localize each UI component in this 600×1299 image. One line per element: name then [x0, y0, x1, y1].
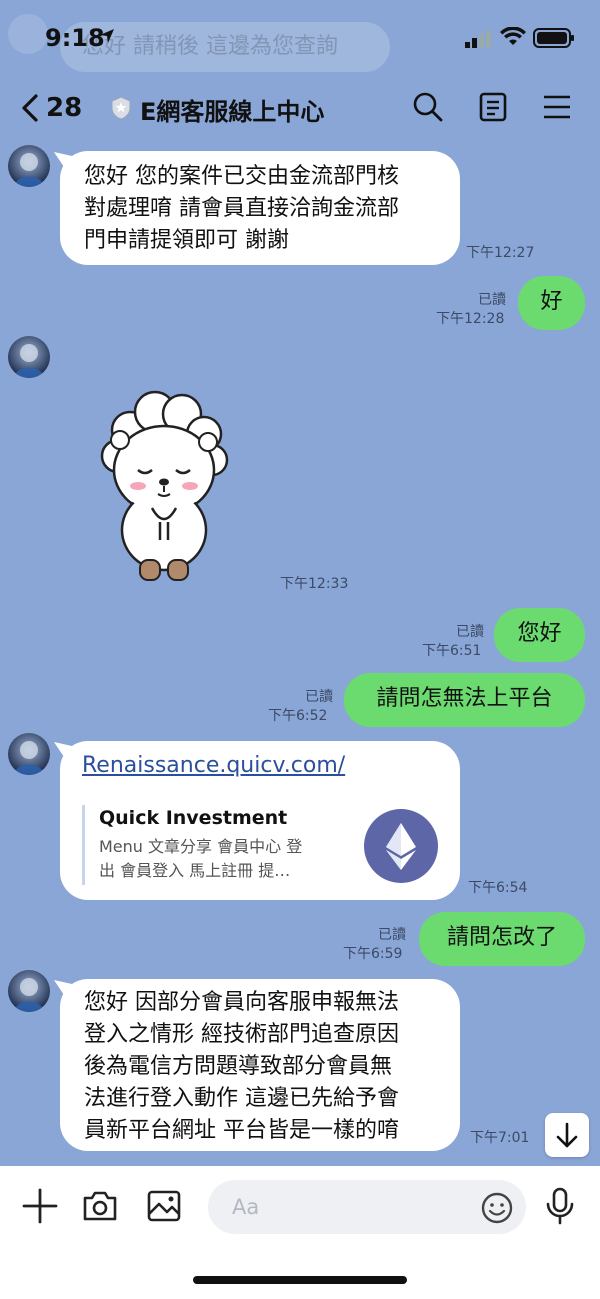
- back-button[interactable]: 28: [20, 88, 82, 128]
- unread-count: 28: [46, 93, 83, 123]
- ethereum-logo-icon: [364, 809, 438, 883]
- message-line: 登入之情形 經技術部門追查原因: [84, 1022, 399, 1047]
- message-time: 下午12:28: [436, 311, 505, 327]
- emoji-icon[interactable]: [480, 1191, 514, 1225]
- message-text: 您好: [517, 621, 562, 646]
- scroll-to-bottom-button[interactable]: [545, 1113, 589, 1157]
- read-receipt: 已讀: [456, 624, 484, 640]
- preview-desc-line: Menu 文章分享 會員中心 登: [99, 837, 303, 856]
- read-receipt: 已讀: [305, 689, 333, 705]
- message-line: 後為電信方問題導致部分會員無: [84, 1054, 393, 1079]
- contact-avatar[interactable]: [8, 336, 50, 378]
- message-line: 您好 您的案件已交由金流部門核: [84, 164, 399, 189]
- menu-icon[interactable]: [542, 90, 572, 124]
- message-time: 下午6:54: [468, 880, 528, 896]
- message-time: 下午12:33: [280, 576, 349, 592]
- message-time: 下午6:52: [268, 708, 328, 724]
- sheep-sticker[interactable]: [100, 390, 230, 585]
- read-receipt: 已讀: [478, 292, 506, 308]
- link-preview-bubble[interactable]: Renaissance.quicv.com/ Quick Investment …: [60, 741, 460, 900]
- message-bubble-outgoing[interactable]: 請問怎無法上平台: [344, 673, 585, 727]
- camera-icon[interactable]: [82, 1186, 118, 1226]
- message-line: 法進行登入動作 這邊已先給予會: [84, 1086, 399, 1111]
- status-time: 9:18: [45, 24, 105, 52]
- preview-desc-line: 出 會員登入 馬上註冊 提…: [99, 861, 291, 880]
- link-preview-card[interactable]: Quick Investment Menu 文章分享 會員中心 登 出 會員登入…: [82, 805, 340, 885]
- message-time: 下午6:59: [343, 946, 403, 962]
- message-time: 下午12:27: [466, 245, 535, 261]
- message-line: 對處理唷 請會員直接洽詢金流部: [84, 196, 399, 221]
- shield-icon: [111, 96, 131, 120]
- chat-header: 28 E網客服線上中心: [0, 80, 600, 136]
- status-bar: 您好 請稍後 這邊為您查詢 9:18: [0, 0, 600, 80]
- link-url[interactable]: Renaissance.quicv.com/: [82, 753, 345, 778]
- search-icon[interactable]: [412, 90, 444, 124]
- preview-title: Quick Investment: [99, 807, 288, 829]
- message-time: 下午7:01: [470, 1130, 530, 1146]
- message-line: 員新平台網址 平台皆是一樣的唷: [84, 1118, 399, 1143]
- message-text: 請問怎改了: [446, 925, 557, 950]
- plus-icon[interactable]: [22, 1186, 58, 1226]
- message-time: 下午6:51: [422, 643, 482, 659]
- message-text: 請問怎無法上平台: [376, 686, 553, 711]
- message-bubble-outgoing[interactable]: 您好: [494, 608, 585, 662]
- message-text: 好: [540, 289, 563, 314]
- message-input[interactable]: [208, 1180, 526, 1234]
- back-chevron-icon: [22, 94, 38, 122]
- image-icon[interactable]: [146, 1186, 182, 1226]
- message-bubble-incoming[interactable]: 您好 因部分會員向客服申報無法 登入之情形 經技術部門追查原因 後為電信方問題導…: [60, 979, 460, 1151]
- wifi-icon: [500, 27, 526, 45]
- message-bubble-outgoing[interactable]: 好: [518, 276, 585, 330]
- battery-icon: [533, 28, 574, 48]
- microphone-icon[interactable]: [543, 1186, 577, 1226]
- contact-avatar[interactable]: [8, 145, 50, 187]
- chat-title: E網客服線上中心: [140, 98, 325, 126]
- notes-icon[interactable]: [478, 90, 508, 124]
- signal-icon: [465, 30, 491, 48]
- location-arrow-icon: [100, 29, 114, 43]
- contact-avatar[interactable]: [8, 733, 50, 775]
- contact-avatar[interactable]: [8, 970, 50, 1012]
- read-receipt: 已讀: [378, 927, 406, 943]
- message-bubble-incoming[interactable]: 您好 您的案件已交由金流部門核 對處理唷 請會員直接洽詢金流部 門申請提領即可 …: [60, 151, 460, 265]
- message-line: 您好 因部分會員向客服申報無法: [84, 990, 399, 1015]
- ghost-avatar: [8, 14, 48, 54]
- message-line: 門申請提領即可 謝謝: [84, 228, 289, 253]
- message-bubble-outgoing[interactable]: 請問怎改了: [419, 912, 585, 966]
- arrow-down-icon: [556, 1122, 578, 1148]
- home-indicator[interactable]: [193, 1276, 407, 1284]
